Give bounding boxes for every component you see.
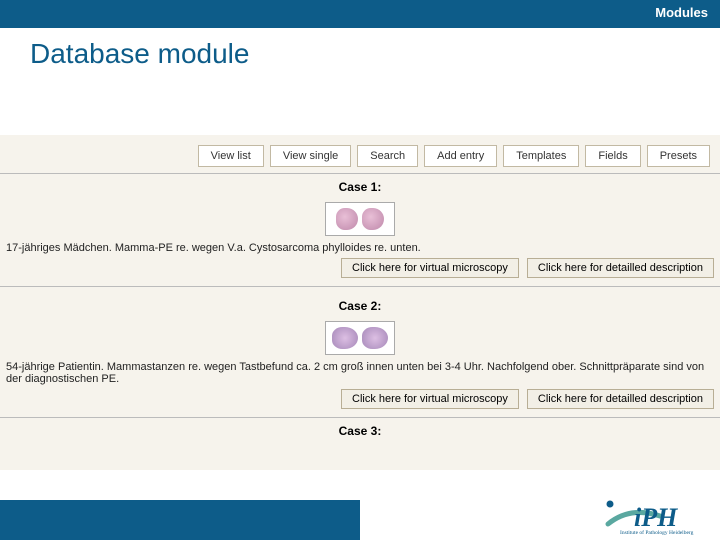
virtual-microscopy-button[interactable]: Click here for virtual microscopy	[341, 389, 519, 409]
tab-presets[interactable]: Presets	[647, 145, 710, 167]
case-2: Case 2: 54-jährige Patientin. Mammastanz…	[0, 293, 720, 418]
breadcrumb: Modules	[655, 5, 708, 20]
header-bar: Modules	[0, 0, 720, 28]
tab-search[interactable]: Search	[357, 145, 418, 167]
case-actions: Click here for virtual microscopy Click …	[0, 258, 720, 287]
thumbnail-row	[0, 200, 720, 242]
microscopy-thumbnail[interactable]	[325, 321, 395, 355]
app-screenshot: View list View single Search Add entry T…	[0, 135, 720, 470]
microscopy-thumbnail[interactable]	[325, 202, 395, 236]
case-title: Case 1:	[0, 178, 720, 200]
tab-bar: View list View single Search Add entry T…	[0, 135, 720, 167]
tab-view-single[interactable]: View single	[270, 145, 351, 167]
logo-subtitle: Institute of Pathology Heidelberg	[620, 529, 694, 536]
case-description: 54-jährige Patientin. Mammastanzen re. w…	[0, 361, 720, 389]
tab-view-list[interactable]: View list	[198, 145, 264, 167]
case-1: Case 1: 17-jähriges Mädchen. Mamma-PE re…	[0, 173, 720, 287]
logo: iPH Institute of Pathology Heidelberg	[600, 494, 710, 536]
detailed-description-button[interactable]: Click here for detailled description	[527, 258, 714, 278]
title-area: Database module	[0, 28, 720, 80]
tab-templates[interactable]: Templates	[503, 145, 579, 167]
page-title: Database module	[30, 38, 720, 70]
case-description: 17-jähriges Mädchen. Mamma-PE re. wegen …	[0, 242, 720, 258]
thumbnail-row	[0, 319, 720, 361]
footer: iPH Institute of Pathology Heidelberg	[0, 494, 720, 540]
footer-brand-bar	[0, 500, 360, 540]
svg-text:iPH: iPH	[634, 503, 678, 532]
tissue-icon	[362, 327, 388, 349]
tissue-icon	[362, 208, 384, 230]
case-title: Case 2:	[0, 297, 720, 319]
detailed-description-button[interactable]: Click here for detailled description	[527, 389, 714, 409]
tab-add-entry[interactable]: Add entry	[424, 145, 497, 167]
tissue-icon	[336, 208, 358, 230]
iph-logo-icon: iPH Institute of Pathology Heidelberg	[600, 494, 710, 536]
tissue-icon	[332, 327, 358, 349]
tab-fields[interactable]: Fields	[585, 145, 640, 167]
case-title: Case 3:	[0, 418, 720, 440]
virtual-microscopy-button[interactable]: Click here for virtual microscopy	[341, 258, 519, 278]
case-actions: Click here for virtual microscopy Click …	[0, 389, 720, 418]
